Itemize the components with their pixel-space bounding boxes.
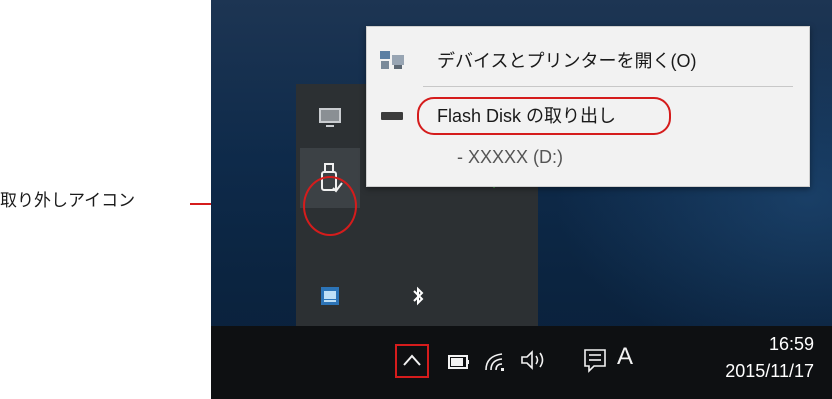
- wifi-icon[interactable]: [484, 350, 508, 372]
- show-hidden-icons-button[interactable]: [395, 344, 429, 378]
- taskbar-clock[interactable]: 16:59 2015/11/17: [694, 332, 814, 386]
- tray-app-item[interactable]: [300, 266, 360, 326]
- devices-printers-icon: [380, 51, 404, 69]
- show-hidden-icons-chevron-icon: [403, 354, 421, 366]
- menu-item-open-devices-printers[interactable]: デバイスとプリンターを開く(O): [367, 39, 809, 79]
- window-app-icon: [321, 287, 339, 305]
- eject-menu-item-highlight-ring: [417, 97, 671, 135]
- display-icon: [319, 108, 341, 127]
- clock-time: 16:59: [768, 334, 814, 354]
- tray-display-item[interactable]: [300, 88, 360, 148]
- usb-drive-icon: [381, 112, 403, 120]
- volume-icon[interactable]: [519, 348, 547, 372]
- bluetooth-icon: [413, 286, 424, 306]
- ime-mode-indicator[interactable]: A: [617, 342, 633, 370]
- clock-date: 2015/11/17: [725, 361, 814, 381]
- menu-item-drive-entry: - XXXXX (D:): [367, 143, 809, 183]
- menu-separator: [423, 86, 793, 87]
- tray-bluetooth-item[interactable]: [388, 266, 448, 326]
- eject-icon-highlight-ring: [303, 176, 357, 236]
- eject-icon-callout-label: 取り外しアイコン: [0, 191, 136, 210]
- battery-icon[interactable]: [448, 355, 470, 369]
- action-center-icon[interactable]: [583, 348, 607, 374]
- menu-item-label: デバイスとプリンターを開く(O): [437, 51, 697, 71]
- menu-item-label: - XXXXX (D:): [457, 147, 564, 167]
